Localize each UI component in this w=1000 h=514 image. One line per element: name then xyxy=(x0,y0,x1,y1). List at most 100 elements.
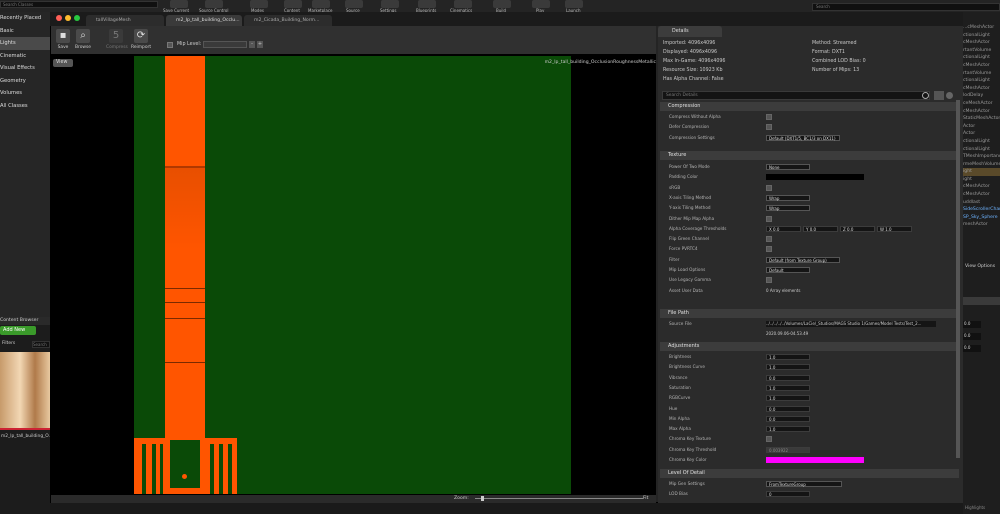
property-dropdown[interactable]: Default (DXT1/5, BC1/3 on DX11) xyxy=(766,134,840,141)
property-number-input[interactable]: 0.003922 xyxy=(766,446,810,453)
outliner-item[interactable]: StaticMeshActor xyxy=(963,115,1000,123)
category-lights[interactable]: Lights xyxy=(0,37,50,50)
property-checkbox[interactable] xyxy=(766,124,772,131)
tab-tall-village-mesh[interactable]: tallVillageMesh xyxy=(86,15,164,26)
section-header-adjustments[interactable]: Adjustments xyxy=(660,342,959,351)
blueprints-icon[interactable] xyxy=(418,0,436,8)
category-all-classes[interactable]: All Classes xyxy=(0,100,50,113)
outliner-item[interactable]: SP_Sky_Sphere xyxy=(963,214,1000,222)
property-checkbox[interactable] xyxy=(766,184,772,191)
outliner-item[interactable]: ctionalLight xyxy=(963,146,1000,154)
launch-icon[interactable] xyxy=(565,0,583,8)
outliner-item[interactable]: ctionalLight xyxy=(963,54,1000,62)
category-cinematic[interactable]: Cinematic xyxy=(0,50,50,63)
property-checkbox[interactable] xyxy=(766,215,772,222)
outliner-item[interactable]: uddlast xyxy=(963,199,1000,207)
zoom-slider-handle[interactable] xyxy=(481,496,484,501)
outliner-item[interactable]: cMeshActor xyxy=(963,39,1000,47)
property-number-input[interactable]: 1.0 xyxy=(766,354,810,360)
property-dropdown[interactable]: None xyxy=(766,164,810,170)
outliner-item[interactable]: cMeshActor xyxy=(963,191,1000,199)
outliner-item[interactable]: ceMeshActor xyxy=(963,100,1000,108)
outliner-item[interactable]: ...cMeshActor xyxy=(963,24,1000,32)
property-number-input[interactable]: 0.0 xyxy=(766,405,810,412)
property-matrix-icon[interactable] xyxy=(934,91,944,100)
minimize-window-icon[interactable] xyxy=(65,15,71,21)
details-view-options-icon[interactable] xyxy=(946,92,953,99)
tab-occlusion-texture[interactable]: m2_lp_tall_building_Occlu... xyxy=(166,15,242,26)
close-window-icon[interactable] xyxy=(56,15,62,21)
category-volumes[interactable]: Volumes xyxy=(0,87,50,100)
property-number-input[interactable]: 0.0 xyxy=(766,415,810,422)
property-dropdown[interactable]: Default (from Texture Group) xyxy=(766,256,840,263)
property-number-input[interactable]: 1.0 xyxy=(766,364,810,371)
view-options-button[interactable]: View Options xyxy=(965,264,995,269)
outliner-item[interactable]: ctionalLight xyxy=(963,138,1000,146)
outliner-item[interactable]: SideScrollerCharacter xyxy=(963,206,1000,214)
outliner-item[interactable]: rtantVolume xyxy=(963,70,1000,78)
alpha-threshold-y-input[interactable]: Y 0.0 xyxy=(803,225,838,232)
property-checkbox[interactable] xyxy=(766,277,772,284)
outliner-item[interactable]: ight xyxy=(963,168,1000,176)
browse-button[interactable]: ⌕ Browse xyxy=(73,29,93,50)
tab-normal-texture[interactable]: m2_Cicada_Building_Norm... xyxy=(244,15,332,26)
category-recently-placed[interactable]: Recently Placed xyxy=(0,12,50,25)
property-checkbox[interactable] xyxy=(766,246,772,253)
transform-value-x[interactable]: 0.0 xyxy=(963,321,981,328)
property-dropdown[interactable]: FromTextureGroup xyxy=(766,481,842,487)
outliner-item[interactable]: lodDelay xyxy=(963,92,1000,100)
mip-decrease-button[interactable]: - xyxy=(249,41,255,48)
filters-button[interactable]: Filters xyxy=(2,341,30,348)
class-search-input[interactable]: Search Classes xyxy=(0,1,158,8)
outliner-search-input[interactable]: Search xyxy=(812,3,1000,11)
property-number-input[interactable]: 0.0 xyxy=(766,374,810,381)
outliner-item[interactable]: cMeshActor xyxy=(963,108,1000,116)
category-basic[interactable]: Basic xyxy=(0,25,50,38)
outliner-item[interactable]: Actor xyxy=(963,123,1000,131)
save-current-icon[interactable] xyxy=(170,0,188,8)
transform-value-y[interactable]: 0.0 xyxy=(963,333,981,340)
outliner-item[interactable]: ctionalLight xyxy=(963,32,1000,40)
content-icon[interactable] xyxy=(284,0,302,8)
details-tab[interactable]: Details xyxy=(658,26,722,37)
property-number-input[interactable]: 1.0 xyxy=(766,426,810,433)
cinematics-icon[interactable] xyxy=(454,0,472,8)
save-button[interactable]: ▪ Save xyxy=(53,29,73,50)
section-header-lod[interactable]: Level Of Detail xyxy=(660,469,959,478)
modes-icon[interactable] xyxy=(250,0,268,8)
alpha-threshold-w-input[interactable]: W 1.0 xyxy=(877,225,912,232)
outliner-item[interactable]: cMeshActor xyxy=(963,183,1000,191)
category-visual-effects[interactable]: Visual Effects xyxy=(0,62,50,75)
mip-level-checkbox[interactable] xyxy=(167,42,173,48)
section-header-compression[interactable]: Compression xyxy=(660,102,959,111)
property-checkbox[interactable] xyxy=(766,236,772,243)
mip-increase-button[interactable]: + xyxy=(257,41,263,48)
property-checkbox[interactable] xyxy=(766,114,772,120)
source-icon[interactable] xyxy=(345,0,363,8)
property-number-input[interactable]: 0 xyxy=(766,491,810,498)
alpha-threshold-z-input[interactable]: Z 0.0 xyxy=(840,225,875,232)
property-checkbox[interactable] xyxy=(766,436,772,443)
outliner-item[interactable]: meshActor xyxy=(963,221,1000,229)
section-header-texture[interactable]: Texture xyxy=(660,151,959,160)
padding-color-swatch[interactable] xyxy=(766,174,864,181)
transform-value-z[interactable]: 0.0 xyxy=(963,345,981,352)
outliner-item[interactable]: TMeshImportance xyxy=(963,153,1000,161)
category-geometry[interactable]: Geometry xyxy=(0,75,50,88)
outliner-item[interactable]: cMeshActor xyxy=(963,85,1000,93)
zoom-slider-track[interactable] xyxy=(475,498,643,499)
reimport-button[interactable]: ⟳ Reimport xyxy=(131,29,151,50)
property-dropdown[interactable]: Wrap xyxy=(766,194,810,201)
property-dropdown[interactable]: Wrap xyxy=(766,205,810,212)
build-icon[interactable] xyxy=(493,0,511,8)
outliner-item[interactable]: ight xyxy=(963,176,1000,184)
content-browser-label[interactable]: Content Browser xyxy=(0,317,50,325)
outliner-item[interactable]: rtantVolume xyxy=(963,47,1000,55)
source-control-icon[interactable] xyxy=(205,0,223,8)
settings-icon[interactable] xyxy=(381,0,399,8)
property-dropdown[interactable]: Default xyxy=(766,267,810,273)
compress-button[interactable]: 5 Compress xyxy=(106,29,128,50)
alpha-threshold-x-input[interactable]: X 0.0 xyxy=(766,225,801,232)
outliner-item[interactable]: Actor xyxy=(963,130,1000,138)
asset-thumbnail[interactable] xyxy=(0,352,50,428)
